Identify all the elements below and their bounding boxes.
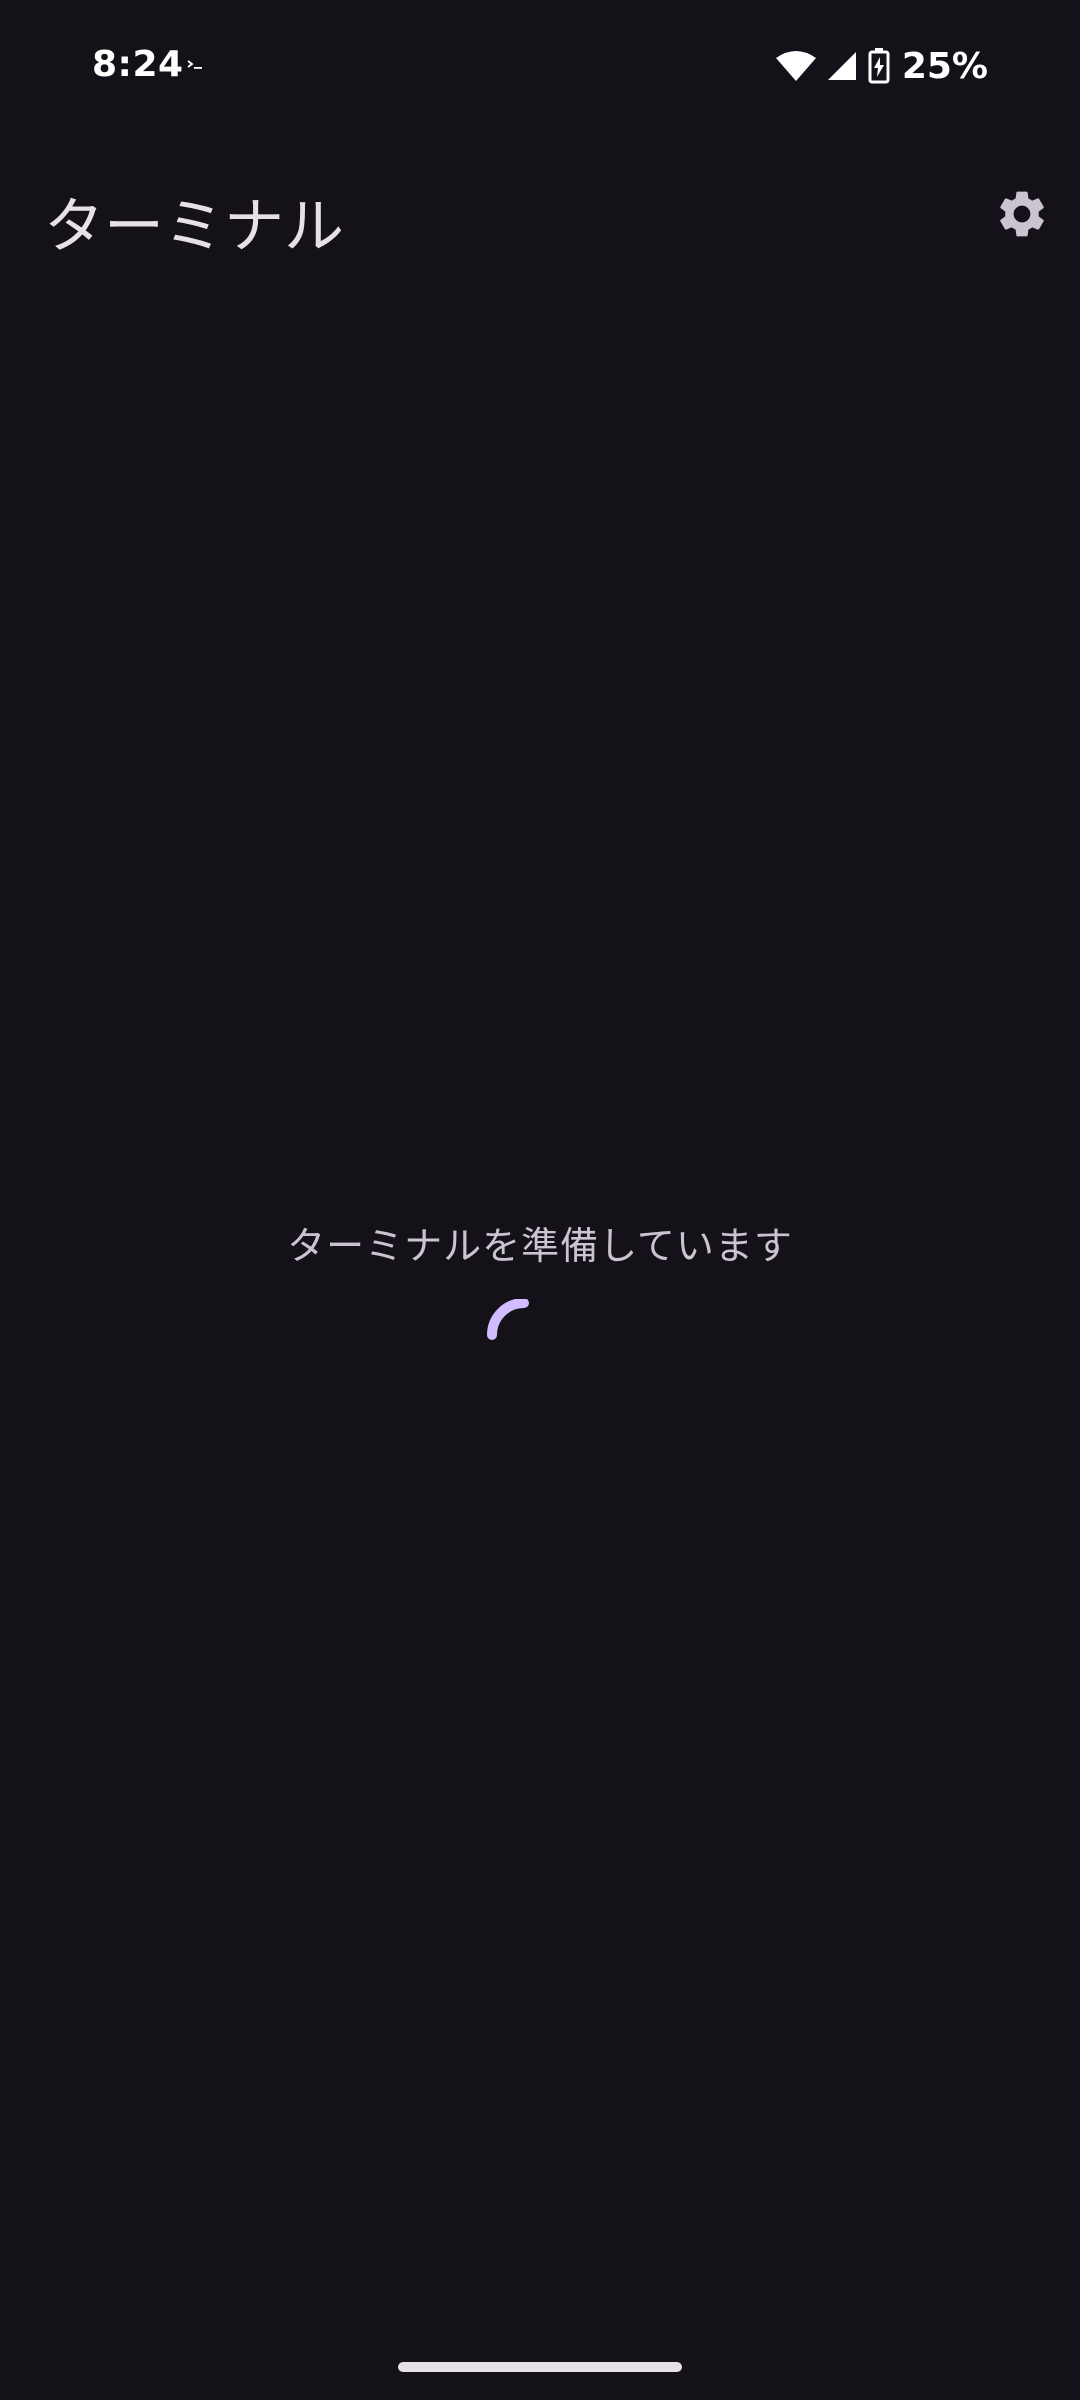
battery-charging-icon (868, 48, 890, 84)
gear-icon (1000, 191, 1044, 237)
battery-percentage: 25% (901, 45, 988, 87)
loading-spinner (487, 1299, 529, 1340)
gesture-navigation-handle[interactable] (398, 2362, 682, 2372)
page-title: ターミナル (44, 192, 344, 262)
status-right-icons: 25% (775, 44, 988, 88)
status-time: 8:24 (92, 44, 184, 85)
status-bar: 8:24 25% (0, 0, 1080, 132)
wifi-icon (775, 51, 816, 81)
settings-button[interactable] (982, 174, 1062, 254)
app-bar: ターミナル (0, 150, 1080, 280)
loading-text: ターミナルを準備しています (287, 1224, 793, 1268)
terminal-icon (187, 60, 202, 69)
loading-area: ターミナルを準備しています (0, 1215, 1080, 1340)
cell-signal-icon (827, 52, 856, 80)
